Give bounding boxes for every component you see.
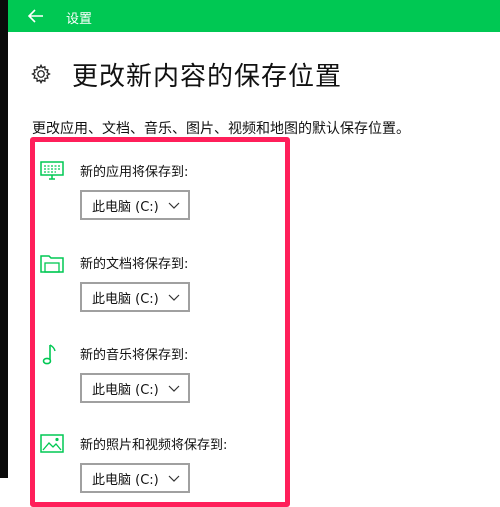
documents-location-dropdown[interactable]: 此电脑 (C:): [80, 282, 190, 312]
page-description: 更改应用、文档、音乐、图片、视频和地图的默认保存位置。: [32, 121, 410, 137]
section-label: 新的音乐将保存到:: [80, 348, 189, 363]
back-button[interactable]: [18, 2, 54, 30]
dropdown-value: 此电脑 (C:): [92, 199, 159, 215]
title-bar: 设置: [8, 0, 500, 32]
picture-icon: [40, 434, 64, 453]
section-label: 新的文档将保存到:: [80, 257, 189, 272]
apps-location-dropdown[interactable]: 此电脑 (C:): [80, 190, 190, 220]
back-arrow-icon: [28, 9, 43, 23]
dropdown-value: 此电脑 (C:): [92, 382, 159, 398]
chevron-down-icon: [168, 202, 180, 209]
page-title: 更改新内容的保存位置: [72, 61, 343, 92]
window-title: 设置: [66, 12, 93, 27]
dropdown-value: 此电脑 (C:): [92, 472, 159, 488]
dropdown-value: 此电脑 (C:): [92, 291, 159, 307]
photos-videos-location-dropdown[interactable]: 此电脑 (C:): [80, 463, 190, 493]
page-header: 更改新内容的保存位置: [30, 56, 342, 92]
monitor-icon: [40, 161, 64, 180]
chevron-down-icon: [168, 475, 180, 482]
chevron-down-icon: [168, 294, 180, 301]
section-label: 新的照片和视频将保存到:: [80, 438, 228, 453]
chevron-down-icon: [168, 385, 180, 392]
music-note-icon: [42, 344, 56, 365]
window-left-edge: [0, 0, 8, 478]
section-label: 新的应用将保存到:: [80, 165, 189, 180]
folder-icon: [40, 255, 64, 273]
gear-icon: [31, 63, 51, 85]
music-location-dropdown[interactable]: 此电脑 (C:): [80, 373, 190, 403]
